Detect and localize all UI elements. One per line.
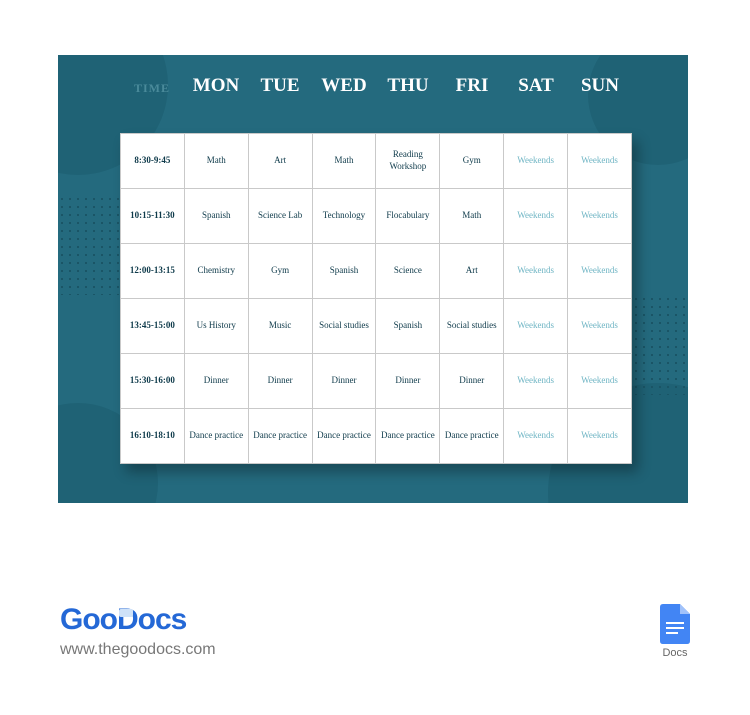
brand-logo: GooDocs <box>60 603 216 637</box>
subject-cell: Dance practice <box>440 409 504 464</box>
brand-logo-text: ocs <box>138 603 187 636</box>
fold-icon <box>119 609 133 617</box>
weekend-cell: Weekends <box>568 189 632 244</box>
time-cell: 16:10-18:10 <box>121 409 185 464</box>
header-time: TIME <box>120 75 184 97</box>
table-row: 15:30-16:00DinnerDinnerDinnerDinnerDinne… <box>121 354 632 409</box>
subject-cell: Science <box>376 244 440 299</box>
brand-logo-d: D <box>117 603 138 637</box>
subject-cell: Art <box>440 244 504 299</box>
subject-cell: Dinner <box>312 354 376 409</box>
header-day-sat: SAT <box>504 75 568 97</box>
table-row: 8:30-9:45MathArtMathReading WorkshopGymW… <box>121 134 632 189</box>
time-cell: 12:00-13:15 <box>121 244 185 299</box>
table-row: 16:10-18:10Dance practiceDance practiceD… <box>121 409 632 464</box>
header-day-sun: SUN <box>568 75 632 97</box>
subject-cell: Chemistry <box>184 244 248 299</box>
time-cell: 13:45-15:00 <box>121 299 185 354</box>
weekend-cell: Weekends <box>504 244 568 299</box>
subject-cell: Dinner <box>376 354 440 409</box>
brand: GooDocs www.thegoodocs.com <box>60 603 216 659</box>
subject-cell: Math <box>440 189 504 244</box>
subject-cell: Math <box>184 134 248 189</box>
schedule-header-row: TIME MON TUE WED THU FRI SAT SUN <box>120 75 632 97</box>
subject-cell: Reading Workshop <box>376 134 440 189</box>
subject-cell: Flocabulary <box>376 189 440 244</box>
weekend-cell: Weekends <box>568 134 632 189</box>
weekend-cell: Weekends <box>504 189 568 244</box>
subject-cell: Spanish <box>312 244 376 299</box>
subject-cell: Dinner <box>248 354 312 409</box>
weekend-cell: Weekends <box>504 134 568 189</box>
brand-url: www.thegoodocs.com <box>60 641 216 659</box>
subject-cell: Gym <box>440 134 504 189</box>
subject-cell: Dinner <box>184 354 248 409</box>
header-day-fri: FRI <box>440 75 504 97</box>
time-cell: 15:30-16:00 <box>121 354 185 409</box>
weekend-cell: Weekends <box>568 354 632 409</box>
time-cell: 8:30-9:45 <box>121 134 185 189</box>
weekend-cell: Weekends <box>568 299 632 354</box>
subject-cell: Art <box>248 134 312 189</box>
subject-cell: Dance practice <box>312 409 376 464</box>
subject-cell: Technology <box>312 189 376 244</box>
subject-cell: Gym <box>248 244 312 299</box>
table-row: 12:00-13:15ChemistryGymSpanishScienceArt… <box>121 244 632 299</box>
brand-logo-text: Goo <box>60 603 117 636</box>
header-day-mon: MON <box>184 75 248 97</box>
google-docs-icon: Docs <box>660 604 690 659</box>
subject-cell: Dinner <box>440 354 504 409</box>
time-cell: 10:15-11:30 <box>121 189 185 244</box>
weekend-cell: Weekends <box>568 409 632 464</box>
subject-cell: Spanish <box>376 299 440 354</box>
header-day-thu: THU <box>376 75 440 97</box>
subject-cell: Us History <box>184 299 248 354</box>
table-row: 13:45-15:00Us HistoryMusicSocial studies… <box>121 299 632 354</box>
subject-cell: Social studies <box>312 299 376 354</box>
subject-cell: Dance practice <box>184 409 248 464</box>
weekend-cell: Weekends <box>568 244 632 299</box>
schedule-table: 8:30-9:45MathArtMathReading WorkshopGymW… <box>120 133 632 464</box>
weekend-cell: Weekends <box>504 409 568 464</box>
table-row: 10:15-11:30SpanishScience LabTechnologyF… <box>121 189 632 244</box>
header-day-tue: TUE <box>248 75 312 97</box>
docs-file-icon <box>660 604 690 644</box>
subject-cell: Spanish <box>184 189 248 244</box>
footer: GooDocs www.thegoodocs.com Docs <box>60 603 690 659</box>
weekend-cell: Weekends <box>504 354 568 409</box>
subject-cell: Music <box>248 299 312 354</box>
header-day-wed: WED <box>312 75 376 97</box>
docs-label: Docs <box>662 647 687 659</box>
schedule-card: TIME MON TUE WED THU FRI SAT SUN 8:30-9:… <box>58 55 688 503</box>
subject-cell: Dance practice <box>248 409 312 464</box>
subject-cell: Science Lab <box>248 189 312 244</box>
subject-cell: Social studies <box>440 299 504 354</box>
subject-cell: Math <box>312 134 376 189</box>
weekend-cell: Weekends <box>504 299 568 354</box>
subject-cell: Dance practice <box>376 409 440 464</box>
